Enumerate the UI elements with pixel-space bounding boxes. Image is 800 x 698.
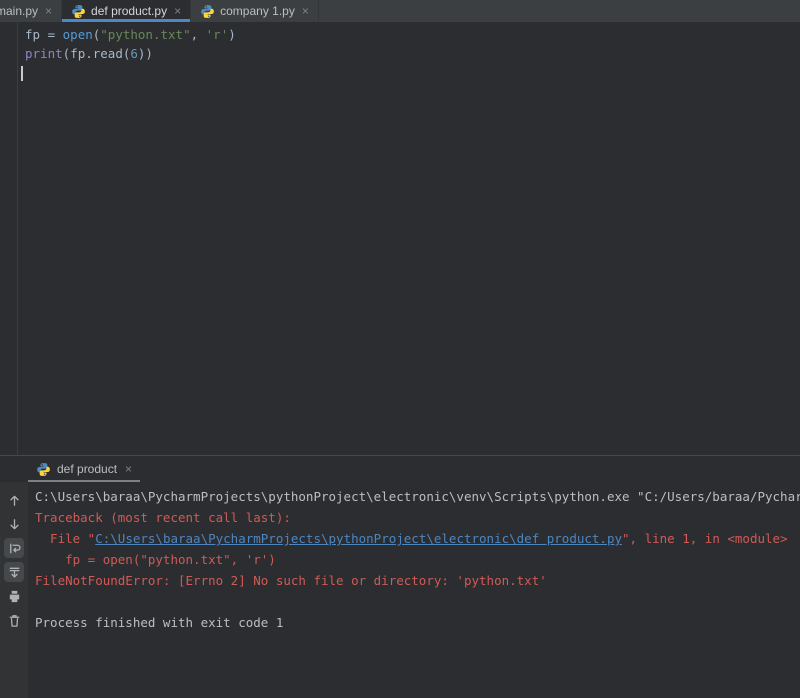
code-line xyxy=(25,63,800,82)
tab-label: company 1.py xyxy=(220,4,295,18)
python-file-icon xyxy=(200,4,215,19)
editor-gutter xyxy=(0,22,18,455)
up-arrow-icon[interactable] xyxy=(4,490,24,510)
python-run-icon xyxy=(36,462,51,477)
text-token: , xyxy=(191,27,206,42)
tab-company-1-py[interactable]: company 1.py × xyxy=(191,0,319,22)
text-token: File " xyxy=(35,531,95,546)
text-token: = xyxy=(48,27,63,42)
close-icon[interactable]: × xyxy=(125,462,132,476)
scroll-to-end-icon[interactable] xyxy=(4,562,24,582)
run-console-panel: def product × xyxy=(0,455,800,698)
tab-main-py[interactable]: main.py × xyxy=(0,0,62,22)
text-token: print xyxy=(25,46,63,61)
tab-label: main.py xyxy=(0,4,38,18)
print-icon[interactable] xyxy=(4,586,24,606)
stacktrace-link[interactable]: C:\Users\baraa\PycharmProjects\pythonPro… xyxy=(95,531,622,546)
tab-label: def product.py xyxy=(91,4,167,18)
text-token: )) xyxy=(138,46,153,61)
text-token: Process finished with exit code 1 xyxy=(35,615,283,630)
console-line: fp = open("python.txt", 'r') xyxy=(35,549,800,570)
pycharm-window: main.py × def product.py × company 1.py … xyxy=(0,0,800,698)
tab-def-product-py[interactable]: def product.py × xyxy=(62,0,191,22)
close-icon[interactable]: × xyxy=(45,4,52,18)
console-body: C:\Users\baraa\PycharmProjects\pythonPro… xyxy=(0,482,800,698)
code-editor[interactable]: fp = open("python.txt", 'r')print(fp.rea… xyxy=(0,22,800,455)
console-line: Traceback (most recent call last): xyxy=(35,507,800,528)
console-tab-bar: def product × xyxy=(0,456,800,482)
editor-tab-bar: main.py × def product.py × company 1.py … xyxy=(0,0,800,22)
text-token: (fp.read( xyxy=(63,46,131,61)
text-token: fp = open("python.txt", 'r') xyxy=(35,552,276,567)
down-arrow-icon[interactable] xyxy=(4,514,24,534)
text-token: 6 xyxy=(130,46,138,61)
text-token: C:\Users\baraa\PycharmProjects\pythonPro… xyxy=(35,489,800,504)
console-toolbar xyxy=(0,482,28,698)
code-line: fp = open("python.txt", 'r') xyxy=(25,25,800,44)
console-line xyxy=(35,591,800,612)
text-caret xyxy=(21,66,23,81)
console-line: C:\Users\baraa\PycharmProjects\pythonPro… xyxy=(35,486,800,507)
text-token: FileNotFoundError: [Errno 2] No such fil… xyxy=(35,573,547,588)
python-file-icon xyxy=(71,4,86,19)
text-token: "python.txt" xyxy=(100,27,190,42)
close-icon[interactable]: × xyxy=(174,4,181,18)
console-line: FileNotFoundError: [Errno 2] No such fil… xyxy=(35,570,800,591)
close-icon[interactable]: × xyxy=(302,4,309,18)
text-token: ) xyxy=(228,27,236,42)
console-line: File "C:\Users\baraa\PycharmProjects\pyt… xyxy=(35,528,800,549)
console-tab-label: def product xyxy=(57,462,117,476)
code-line: print(fp.read(6)) xyxy=(25,44,800,63)
console-tab-def-product[interactable]: def product × xyxy=(28,456,140,482)
text-token: 'r' xyxy=(206,27,229,42)
text-token: ", line 1, in <module> xyxy=(622,531,788,546)
text-token: open xyxy=(63,27,93,42)
text-token: Traceback (most recent call last): xyxy=(35,510,291,525)
console-line: Process finished with exit code 1 xyxy=(35,612,800,633)
code-lines[interactable]: fp = open("python.txt", 'r')print(fp.rea… xyxy=(18,22,800,455)
soft-wrap-icon[interactable] xyxy=(4,538,24,558)
text-token: fp xyxy=(25,27,48,42)
console-output: C:\Users\baraa\PycharmProjects\pythonPro… xyxy=(28,482,800,698)
clear-trash-icon[interactable] xyxy=(4,610,24,630)
